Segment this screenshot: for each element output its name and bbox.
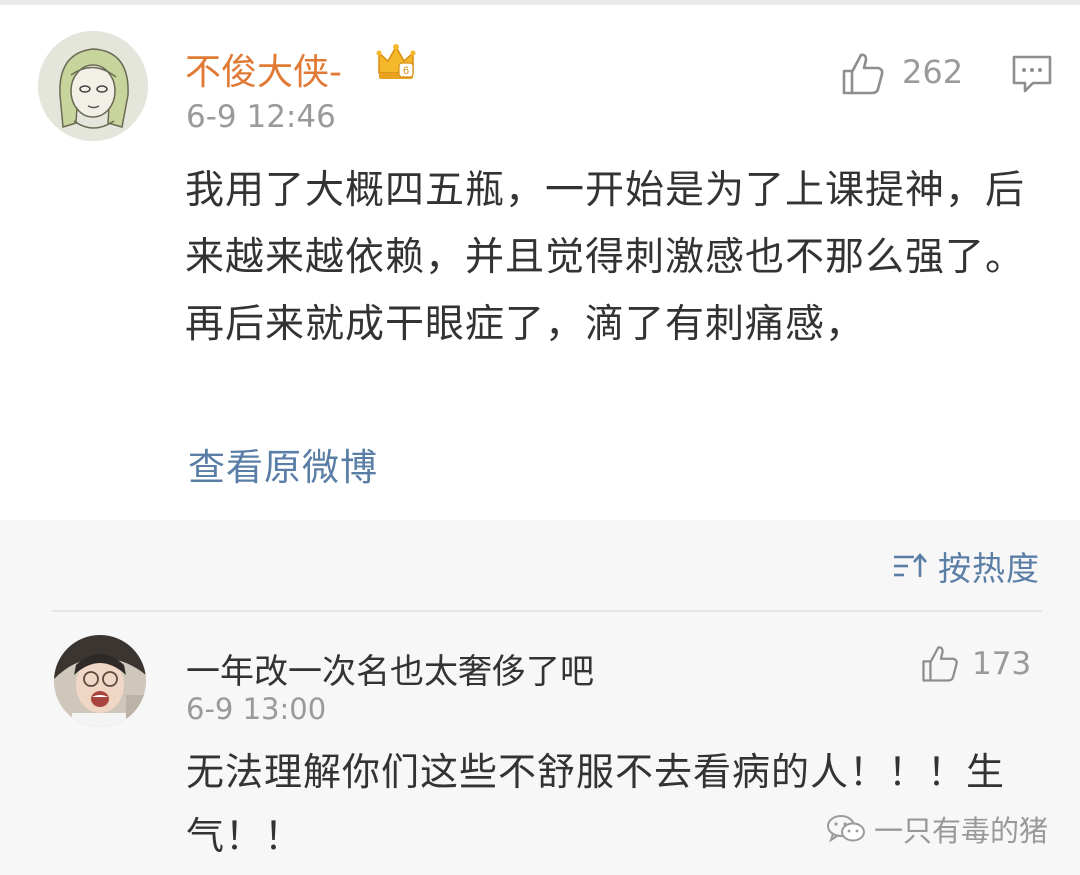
sort-by-hot-button[interactable]: 按热度 [892, 544, 1040, 588]
watermark: 一只有毒的猪 [826, 808, 1048, 850]
thumbs-up-icon[interactable] [920, 644, 960, 684]
comment-icon[interactable] [1011, 54, 1053, 94]
comment-like-count: 173 [972, 646, 1032, 682]
comment-text-main[interactable]: 一年改一次名也太奢侈了吧 [186, 644, 594, 693]
badge-level: 6 [403, 65, 409, 77]
weibo-post: 不俊大侠- 6 6-9 12:46 262 我用了大概四五瓶，一开始是为了上课提… [0, 5, 1080, 520]
crown-badge-icon: 6 [375, 41, 417, 83]
sort-icon [892, 551, 928, 581]
divider [52, 610, 1042, 612]
post-timestamp: 6-9 12:46 [186, 99, 336, 135]
sort-label: 按热度 [938, 549, 1040, 588]
thumbs-up-icon[interactable] [840, 51, 886, 97]
post-body-text: 我用了大概四五瓶，一开始是为了上课提神，后来越来越依赖，并且觉得刺激感也不那么强… [185, 168, 1026, 347]
view-original-link[interactable]: 查看原微博 [188, 437, 378, 491]
commenter-avatar[interactable] [54, 635, 146, 727]
watermark-text: 一只有毒的猪 [873, 814, 1048, 848]
wechat-icon [826, 813, 866, 845]
username[interactable]: 不俊大侠- [185, 43, 342, 95]
like-count: 262 [902, 53, 964, 91]
comment-timestamp: 6-9 13:00 [186, 692, 327, 726]
comments-section: 按热度 一年改一次名也太奢侈了吧 173 6-9 13:00 无法理解你们这些不… [0, 520, 1080, 875]
avatar[interactable] [38, 31, 148, 141]
